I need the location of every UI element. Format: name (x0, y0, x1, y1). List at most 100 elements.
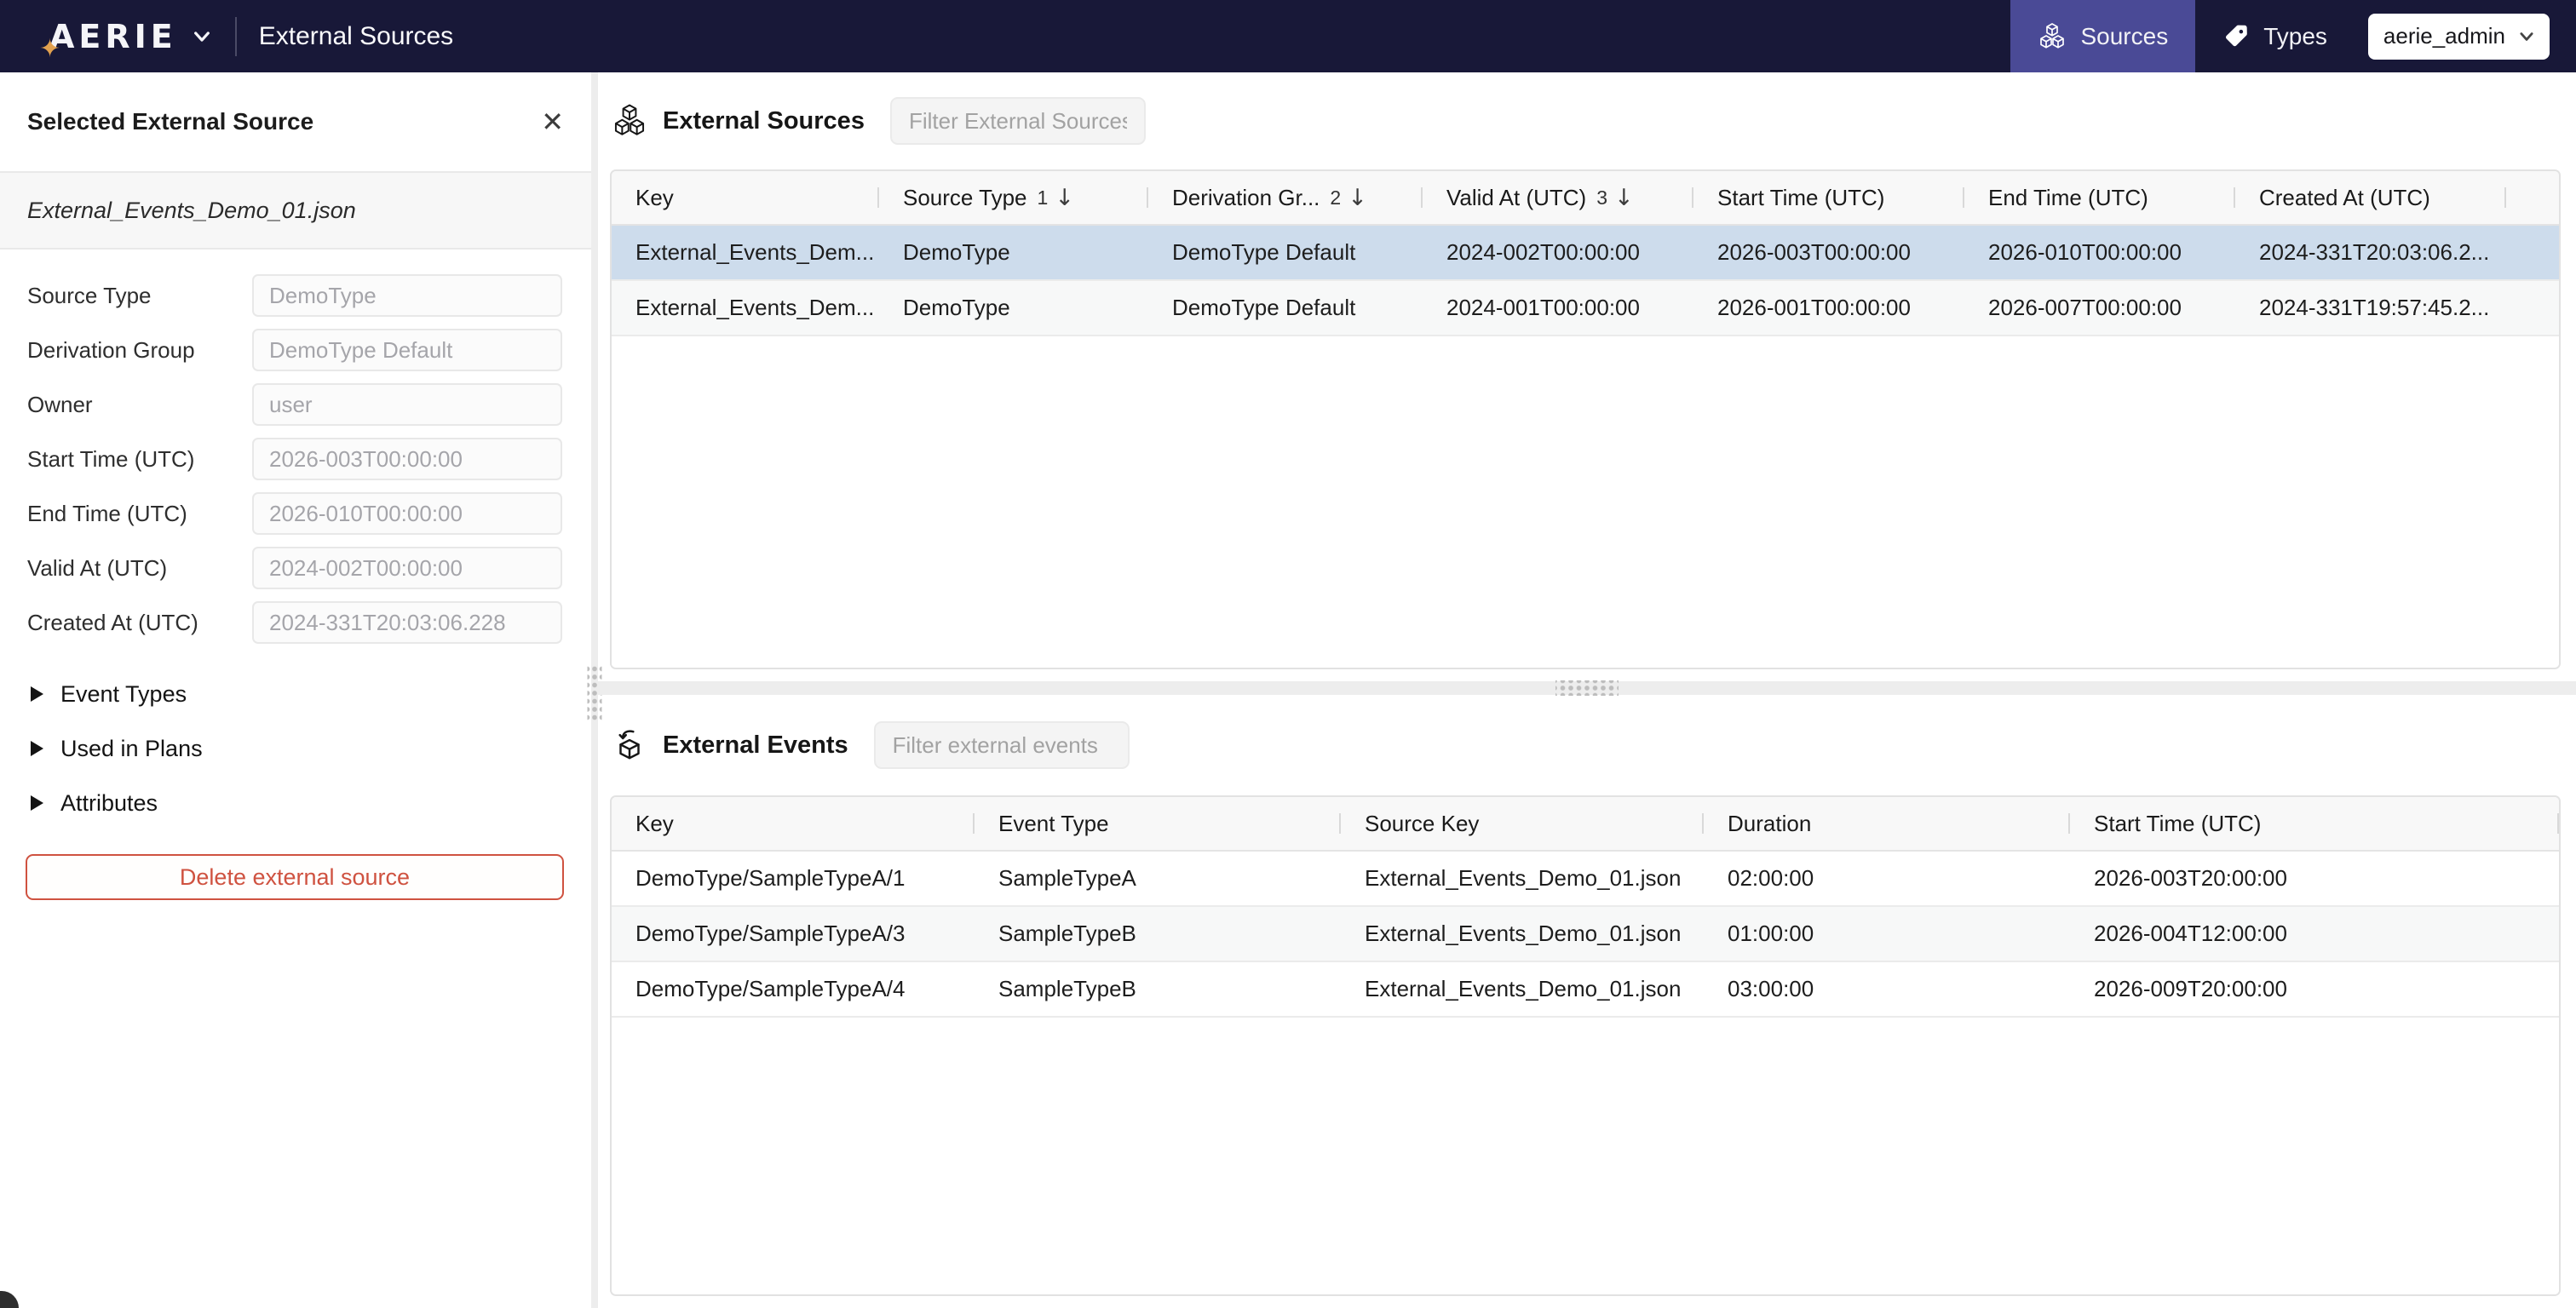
valid-at-field[interactable] (252, 547, 562, 589)
cell-filler (2506, 281, 2559, 335)
owner-field[interactable] (252, 383, 562, 426)
cell-key: External_Events_Dem... (612, 226, 879, 279)
column-header-event-type[interactable]: Event Type (975, 797, 1341, 850)
field-label: Source Type (27, 283, 252, 309)
nav-item-label: Types (2263, 23, 2327, 50)
section-title: External Events (663, 731, 848, 760)
user-menu-value: aerie_admin (2383, 23, 2505, 49)
page-title: External Sources (259, 22, 453, 51)
column-label: Event Type (998, 811, 1109, 837)
table-row[interactable]: DemoType/SampleTypeA/1 SampleTypeA Exter… (612, 852, 2559, 907)
section-label: Attributes (60, 790, 158, 817)
column-label: Key (635, 185, 674, 211)
column-header-duration[interactable]: Duration (1704, 797, 2070, 850)
sort-desc-icon: ↓ (1348, 185, 1367, 211)
cell-filler (2506, 226, 2559, 279)
cell-derivation-group: DemoType Default (1148, 281, 1423, 335)
section-event-types[interactable]: Event Types (31, 667, 591, 721)
column-label: Valid At (UTC) (1446, 185, 1586, 211)
close-icon[interactable]: ✕ (541, 108, 564, 135)
sort-desc-icon: ↓ (1614, 185, 1634, 211)
table-body: DemoType/SampleTypeA/1 SampleTypeA Exter… (612, 852, 2559, 1294)
user-menu-select[interactable]: aerie_admin (2368, 14, 2550, 60)
column-header-valid-at[interactable]: Valid At (UTC) 3 ↓ (1423, 171, 1693, 224)
sort-desc-icon: ↓ (1055, 185, 1074, 211)
form-row: Source Type (27, 268, 562, 323)
derivation-group-field[interactable] (252, 329, 562, 371)
column-header-key[interactable]: Key (612, 171, 879, 224)
external-sources-header: External Sources (598, 72, 2576, 169)
event-box-icon (612, 727, 647, 763)
cell-key: DemoType/SampleTypeA/3 (612, 907, 975, 961)
aerie-logo[interactable]: ✦ AERIE (49, 18, 213, 55)
nav-item-types[interactable]: Types (2195, 0, 2355, 72)
cubes-icon (2038, 22, 2067, 51)
start-time-field[interactable] (252, 438, 562, 480)
cell-source-key: External_Events_Demo_01.json (1341, 852, 1704, 905)
cell-source-key: External_Events_Demo_01.json (1341, 907, 1704, 961)
column-label: Source Type (903, 185, 1027, 211)
external-events-header: External Events (598, 695, 2576, 795)
cell-derivation-group: DemoType Default (1148, 226, 1423, 279)
cell-key: DemoType/SampleTypeA/4 (612, 962, 975, 1016)
field-label: Created At (UTC) (27, 610, 252, 636)
filter-external-sources-input[interactable] (890, 97, 1146, 145)
field-label: End Time (UTC) (27, 501, 252, 527)
table-row[interactable]: DemoType/SampleTypeA/4 SampleTypeB Exter… (612, 962, 2559, 1018)
cell-valid-at: 2024-002T00:00:00 (1423, 226, 1693, 279)
selected-source-panel: Selected External Source ✕ External_Even… (0, 72, 591, 1308)
delete-external-source-button[interactable]: Delete external source (26, 854, 564, 900)
sort-order-badge: 2 (1330, 186, 1341, 209)
cell-event-type: SampleTypeB (975, 962, 1341, 1016)
nav-right-group: Sources Types aerie_admin (2010, 0, 2576, 72)
section-label: Used in Plans (60, 736, 203, 762)
table-header-row: Key Event Type Source Key Duration Start… (612, 797, 2559, 852)
cell-start-time: 2026-009T20:00:00 (2070, 962, 2559, 1016)
field-label: Start Time (UTC) (27, 446, 252, 473)
cell-source-type: DemoType (879, 226, 1148, 279)
created-at-field[interactable] (252, 601, 562, 644)
external-sources-table: Key Source Type 1 ↓ Derivation Gr... 2 ↓… (610, 169, 2561, 669)
section-used-in-plans[interactable]: Used in Plans (31, 721, 591, 776)
column-header-start-time[interactable]: Start Time (UTC) (2070, 797, 2559, 850)
column-header-source-type[interactable]: Source Type 1 ↓ (879, 171, 1148, 224)
nav-item-sources[interactable]: Sources (2010, 0, 2195, 72)
table-row[interactable]: External_Events_Dem... DemoType DemoType… (612, 226, 2559, 281)
collapsed-triangle-icon (31, 741, 43, 756)
cell-duration: 03:00:00 (1704, 962, 2070, 1016)
panel-header: Selected External Source ✕ (0, 72, 591, 173)
form-row: Valid At (UTC) (27, 541, 562, 595)
collapsed-triangle-icon (31, 686, 43, 702)
section-attributes[interactable]: Attributes (31, 776, 591, 830)
column-header-key[interactable]: Key (612, 797, 975, 850)
external-events-panel: External Events Key Event Type Source Ke… (598, 695, 2576, 1308)
table-row[interactable]: DemoType/SampleTypeA/3 SampleTypeB Exter… (612, 907, 2559, 962)
source-type-field[interactable] (252, 274, 562, 317)
column-header-derivation-group[interactable]: Derivation Gr... 2 ↓ (1148, 171, 1423, 224)
column-label: Start Time (UTC) (2094, 811, 2261, 837)
horizontal-splitter[interactable] (598, 681, 2576, 695)
content-area: External Sources Key Source Type 1 ↓ Der… (598, 72, 2576, 1308)
table-row[interactable]: External_Events_Dem... DemoType DemoType… (612, 281, 2559, 336)
column-header-source-key[interactable]: Source Key (1341, 797, 1704, 850)
filter-external-events-input[interactable] (874, 721, 1130, 769)
column-header-end-time[interactable]: End Time (UTC) (1964, 171, 2235, 224)
collapsible-sections: Event Types Used in Plans Attributes (0, 650, 591, 830)
tag-icon (2222, 23, 2250, 50)
cell-start-time: 2026-001T00:00:00 (1693, 281, 1964, 335)
column-label: Source Key (1365, 811, 1479, 837)
cell-event-type: SampleTypeA (975, 852, 1341, 905)
vertical-splitter[interactable] (591, 72, 598, 1308)
chevron-down-icon (191, 26, 213, 48)
cell-source-key: External_Events_Demo_01.json (1341, 962, 1704, 1016)
section-title: External Sources (663, 107, 865, 135)
chevron-down-icon (2517, 27, 2536, 46)
source-detail-form: Source Type Derivation Group Owner Start… (0, 250, 591, 650)
column-header-start-time[interactable]: Start Time (UTC) (1693, 171, 1964, 224)
column-header-created-at[interactable]: Created At (UTC) (2235, 171, 2506, 224)
form-row: Start Time (UTC) (27, 432, 562, 486)
cell-end-time: 2026-010T00:00:00 (1964, 226, 2235, 279)
splitter-drag-handle[interactable] (1555, 680, 1619, 696)
field-label: Derivation Group (27, 337, 252, 364)
end-time-field[interactable] (252, 492, 562, 535)
